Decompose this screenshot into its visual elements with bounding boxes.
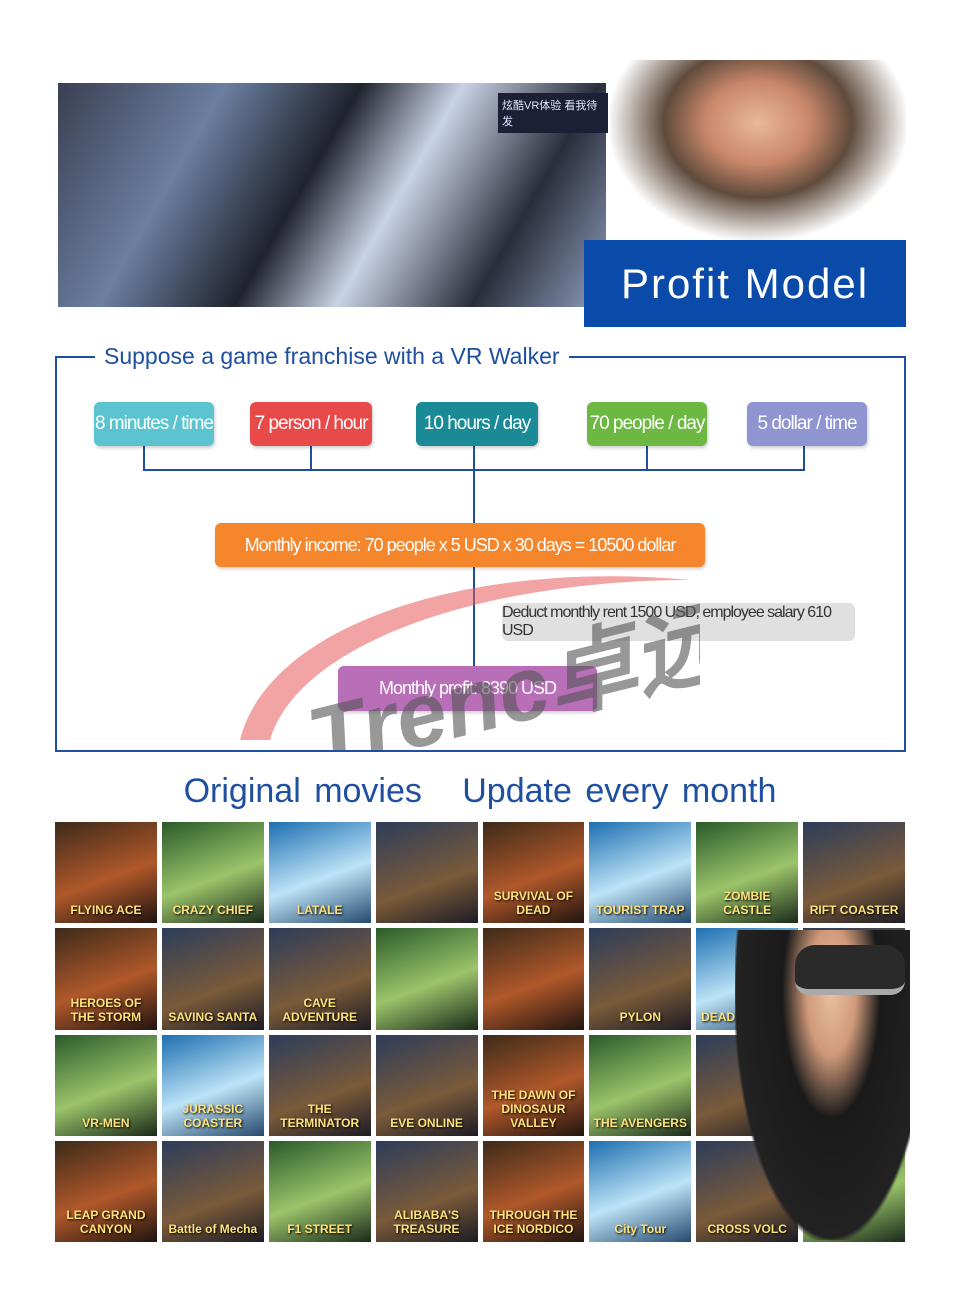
movie-tile: THE TERMINATOR xyxy=(268,1034,371,1136)
movies-headline: Original movies Update every month xyxy=(183,772,777,810)
factor-box: 70 people / day xyxy=(587,402,707,446)
movie-tile xyxy=(375,822,478,924)
movie-tile: VR-MEN xyxy=(55,1034,157,1136)
profit-model-banner: Profit Model xyxy=(584,240,906,327)
vr-headset xyxy=(795,945,905,995)
factor-box: 5 dollar / time xyxy=(747,402,867,446)
connector-line xyxy=(646,446,648,470)
deduction-box: Deduct monthly rent 1500 USD, employee s… xyxy=(502,603,855,641)
connector-line xyxy=(803,446,805,470)
movie-tile: FLYING ACE xyxy=(55,822,157,924)
factor-box: 7 person / hour xyxy=(250,402,372,446)
excited-woman-money-photo xyxy=(610,60,906,240)
movie-tile: ZOMBIE CASTLE xyxy=(696,822,799,924)
expo-sign: 炫酷VR体验 看我待发 xyxy=(498,93,608,133)
movie-tile xyxy=(375,928,478,1030)
factor-box: 10 hours / day xyxy=(416,402,538,446)
movie-tile: HEROES OF THE STORM xyxy=(55,928,157,1030)
movie-tile: ALIBABA'S TREASURE xyxy=(375,1140,478,1242)
connector-line xyxy=(310,446,312,470)
connector-line xyxy=(473,446,475,690)
movie-tile: SAVING SANTA xyxy=(161,928,264,1030)
monthly-profit-box: Monthly profit: 8390 USD xyxy=(338,666,597,711)
movie-tile: EVE ONLINE xyxy=(375,1034,478,1136)
movie-tile: PYLON xyxy=(589,928,692,1030)
movie-tile: RIFT COASTER xyxy=(803,822,905,924)
movie-tile: SURVIVAL OF DEAD xyxy=(482,822,585,924)
connector-line xyxy=(143,446,145,470)
movie-tile: THROUGH THE ICE NORDICO xyxy=(482,1140,585,1242)
movie-tile: THE AVENGERS xyxy=(589,1034,692,1136)
factor-box: 8 minutes / time xyxy=(94,402,214,446)
movie-tile: JURASSIC COASTER xyxy=(161,1034,264,1136)
movie-tile: Battle of Mecha xyxy=(161,1140,264,1242)
movie-tile: LATALE xyxy=(268,822,371,924)
vr-expo-photo: 炫酷VR体验 看我待发 xyxy=(58,83,608,307)
scheme-title: Suppose a game franchise with a VR Walke… xyxy=(95,343,569,370)
movie-tile: CRAZY CHIEF xyxy=(161,822,264,924)
movie-tile xyxy=(482,928,585,1030)
movie-tile: CAVE ADVENTURE xyxy=(268,928,371,1030)
movie-tile: F1 STREET xyxy=(268,1140,371,1242)
monthly-income-box: Monthly income: 70 people x 5 USD x 30 d… xyxy=(215,523,705,567)
movie-tile: LEAP GRAND CANYON xyxy=(55,1140,157,1242)
movie-tile: THE DAWN OF DINOSAUR VALLEY xyxy=(482,1034,585,1136)
movie-tile: TOURIST TRAP xyxy=(589,822,692,924)
movie-tile: City Tour xyxy=(589,1140,692,1242)
